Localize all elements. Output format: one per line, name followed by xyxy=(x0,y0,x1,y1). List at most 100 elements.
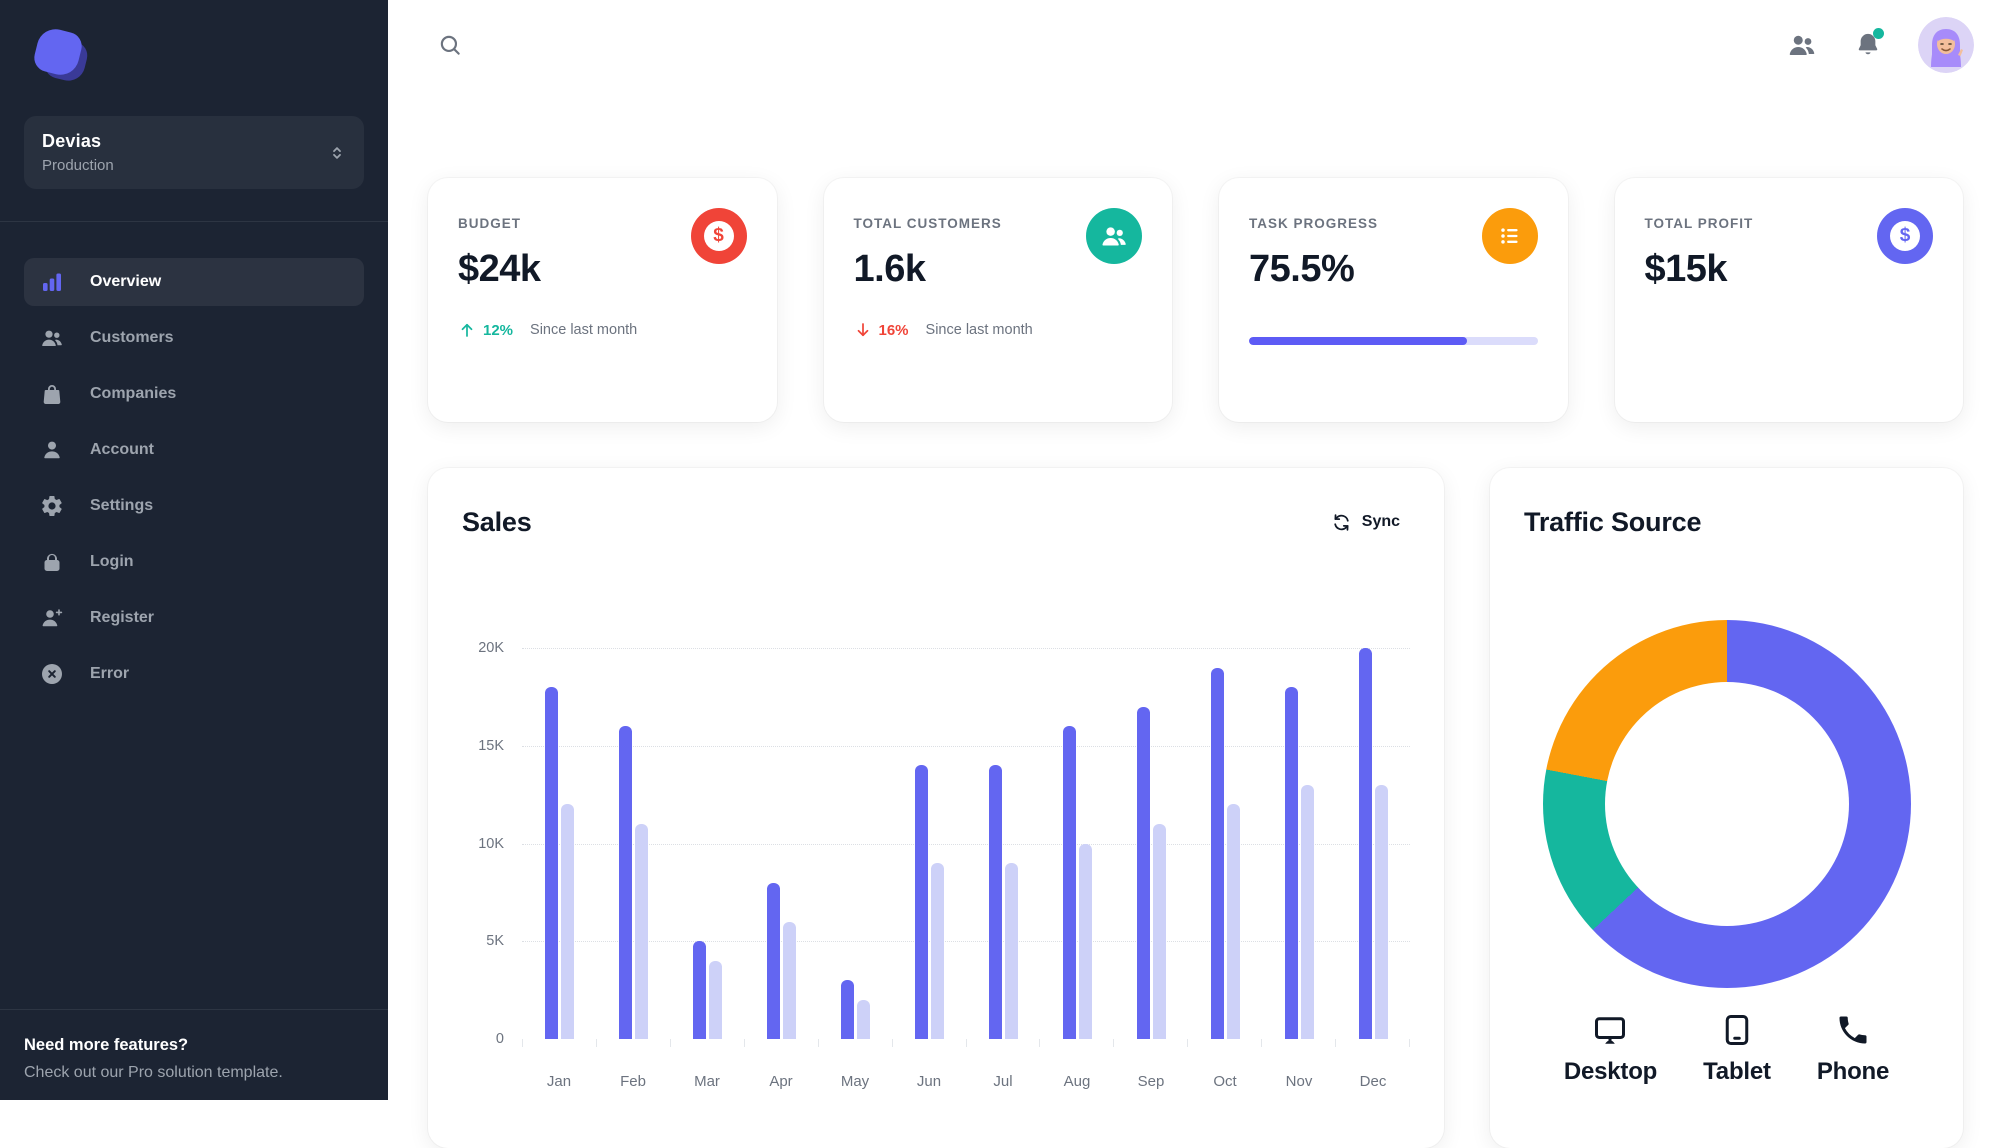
stat-value: $15k xyxy=(1644,248,1728,290)
trend-row: 16% Since last month xyxy=(854,321,1143,339)
sidebar-item-login[interactable]: Login xyxy=(24,538,364,586)
bar-group-sep xyxy=(1114,648,1188,1039)
sync-button[interactable]: Sync xyxy=(1321,506,1410,539)
arrow-down-icon xyxy=(857,323,868,337)
bar-this-year xyxy=(1284,687,1298,1039)
bar-this-year xyxy=(1210,667,1224,1039)
sales-bar-chart: 20K 15K 10K 5K 0 Jan Feb Mar Apr May Jun Jul Aug Sep… xyxy=(462,640,1411,1090)
bar-last-year xyxy=(1300,784,1314,1039)
y-axis-label: 0 xyxy=(495,1031,504,1047)
task-progress-card: TASK PROGRESS 75.5% xyxy=(1219,178,1568,422)
x-axis-label: Dec xyxy=(1359,1073,1387,1090)
bar-this-year xyxy=(988,765,1002,1039)
bar-last-year xyxy=(708,960,722,1039)
bar-group-dec xyxy=(1336,648,1410,1039)
trend-caption: Since last month xyxy=(530,322,638,338)
x-axis-label: Mar xyxy=(694,1073,720,1090)
x-axis-label: Sep xyxy=(1137,1073,1165,1090)
charts-row: Sales Sync 20K 15K 10K 5K 0 Jan Feb Mar … xyxy=(428,468,1963,1148)
bar-group-apr xyxy=(744,648,818,1039)
x-axis-label: Aug xyxy=(1063,1073,1091,1090)
sales-title: Sales xyxy=(462,506,532,537)
currency-dollar-icon: $ xyxy=(690,208,747,264)
devias-logo-icon[interactable] xyxy=(31,25,91,85)
budget-card: BUDGET $24k $ 12% Since last month xyxy=(428,178,777,422)
sidebar-item-companies[interactable]: Companies xyxy=(24,370,364,418)
stat-value: 75.5% xyxy=(1249,248,1355,290)
lock-icon xyxy=(44,553,60,571)
y-axis-label: 20K xyxy=(478,640,504,656)
bar-last-year xyxy=(1078,843,1092,1039)
search-button[interactable] xyxy=(430,25,470,65)
bar-group-mar xyxy=(670,648,744,1039)
bar-last-year xyxy=(856,999,870,1039)
bar-this-year xyxy=(914,765,928,1039)
bar-group-may xyxy=(818,648,892,1039)
search-icon xyxy=(440,35,460,55)
progress-bar-fill xyxy=(1249,337,1467,345)
sidebar-item-register[interactable]: Register xyxy=(24,594,364,642)
y-axis-label: 5K xyxy=(486,933,504,950)
user-plus-icon xyxy=(42,609,63,627)
bar-group-oct xyxy=(1188,648,1262,1039)
bar-last-year xyxy=(1152,823,1166,1039)
x-axis: Jan Feb Mar Apr May Jun Jul Aug Sep Oct Nov Dec xyxy=(522,1073,1410,1090)
users-icon xyxy=(1789,35,1815,55)
phone-icon xyxy=(1839,1016,1867,1044)
sidebar-item-account[interactable]: Account xyxy=(24,426,364,474)
sidebar-item-error[interactable]: Error xyxy=(24,650,364,698)
dollar-glyph: $ xyxy=(1899,225,1911,246)
bar-groups xyxy=(522,648,1410,1039)
device-label: Tablet xyxy=(1703,1058,1771,1085)
y-axis-label: 15K xyxy=(478,737,504,754)
trend-value: 12% xyxy=(483,321,514,339)
users-icon xyxy=(1086,208,1142,264)
topbar-actions xyxy=(1782,17,1974,73)
bar-this-year xyxy=(766,882,780,1039)
x-axis-label: Jan xyxy=(546,1073,572,1090)
device-label: Desktop xyxy=(1563,1058,1658,1085)
stat-label: TOTAL CUSTOMERS xyxy=(853,216,1002,231)
bar-this-year xyxy=(692,941,706,1039)
x-axis-label: May xyxy=(840,1073,870,1090)
bar-last-year xyxy=(634,823,648,1039)
bar-this-year xyxy=(618,726,632,1039)
bar-this-year xyxy=(1358,648,1372,1039)
traffic-title: Traffic Source xyxy=(1524,506,1702,537)
workspace-name: Devias xyxy=(42,131,102,151)
bar-group-aug xyxy=(1040,648,1114,1039)
footer-subtitle: Check out our Pro solution template. xyxy=(24,1064,283,1081)
sidebar-item-overview[interactable]: Overview xyxy=(24,258,364,306)
bar-group-feb xyxy=(596,648,670,1039)
bar-group-jan xyxy=(522,648,596,1039)
sidebar-item-label: Settings xyxy=(90,497,154,514)
workspace-switcher[interactable]: Devias Production xyxy=(24,116,364,189)
notifications-button[interactable] xyxy=(1848,25,1888,65)
traffic-donut-chart xyxy=(1542,620,1911,988)
list-icon xyxy=(1481,208,1538,264)
tablet-icon xyxy=(1725,1015,1749,1045)
bar-this-year xyxy=(544,687,558,1039)
avatar-image xyxy=(1918,17,1974,73)
sidebar-item-label: Account xyxy=(90,441,154,458)
x-axis-label: Jul xyxy=(993,1073,1013,1090)
sidebar-item-label: Error xyxy=(90,665,130,682)
sidebar-item-label: Companies xyxy=(90,385,177,402)
device-legend: Desktop Tablet Phone xyxy=(1524,1012,1929,1086)
stat-value: $24k xyxy=(458,248,541,290)
bar-group-jul xyxy=(966,648,1040,1039)
contacts-button[interactable] xyxy=(1782,25,1822,65)
sidebar-item-label: Login xyxy=(90,553,134,570)
currency-dollar-icon: $ xyxy=(1877,208,1933,264)
user-avatar[interactable] xyxy=(1918,17,1974,73)
arrows-clockwise-icon xyxy=(1334,513,1349,531)
traffic-source-card: Traffic Source Desktop Tablet Phone xyxy=(1490,468,1963,1148)
app-root: Devias Production Overview Customers Com… xyxy=(0,0,2000,1148)
desktop-icon xyxy=(1595,1017,1626,1044)
x-axis-label: Oct xyxy=(1213,1073,1237,1090)
main-area: BUDGET $24k $ 12% Since last month TOTAL… xyxy=(388,0,2000,1148)
stat-label: TASK PROGRESS xyxy=(1249,216,1379,231)
user-icon xyxy=(44,441,60,459)
sidebar-item-settings[interactable]: Settings xyxy=(24,482,364,530)
sidebar-item-customers[interactable]: Customers xyxy=(24,314,364,362)
